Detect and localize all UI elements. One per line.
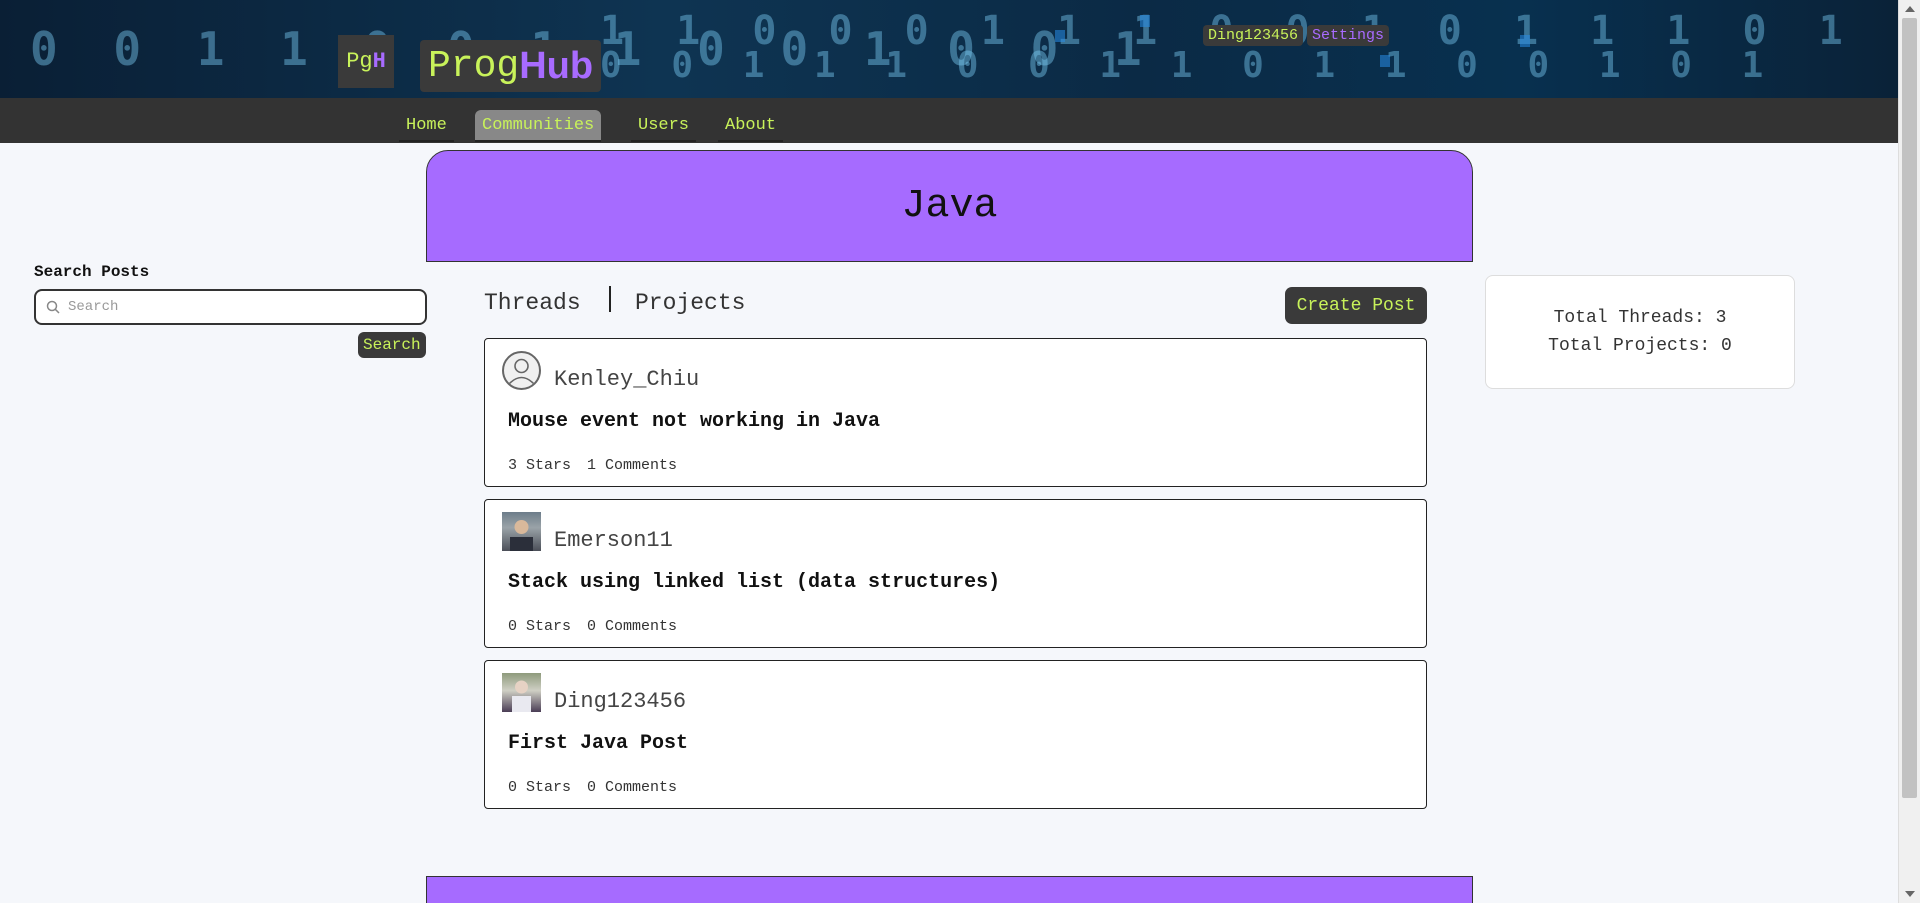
post-card[interactable]: Emerson11 Stack using linked list (data …	[484, 499, 1427, 648]
post-comments: 1 Comments	[587, 457, 678, 474]
header-banner: 0 0 1 1 0 0 1 1 0 0 1 0 0 1 1 1 0 0 0 1 …	[0, 0, 1898, 98]
tab-threads[interactable]: Threads	[484, 290, 581, 316]
post-author[interactable]: Kenley_Chiu	[554, 367, 699, 392]
nav-item-home[interactable]: Home	[399, 110, 454, 142]
glow-decoration	[1140, 15, 1150, 27]
glow-decoration	[1380, 55, 1390, 67]
post-stars: 0 Stars	[508, 779, 572, 796]
community-footer	[426, 876, 1473, 903]
brand-suffix: Hub	[519, 44, 594, 87]
vertical-scrollbar[interactable]	[1898, 0, 1920, 903]
post-comments: 0 Comments	[587, 779, 678, 796]
glow-decoration	[1055, 30, 1065, 42]
logo-text-accent: H	[372, 49, 386, 74]
post-meta: 0 Stars 0 Comments	[508, 779, 677, 796]
brand-name[interactable]: Prog Hub	[420, 40, 602, 92]
post-author[interactable]: Ding123456	[554, 689, 686, 714]
post-title[interactable]: First Java Post	[508, 732, 688, 755]
community-title: Java	[426, 150, 1473, 262]
search-label: Search Posts	[34, 263, 150, 281]
post-comments: 0 Comments	[587, 618, 678, 635]
total-projects: Total Projects: 0	[1548, 336, 1732, 356]
nav-bar: Home Communities Users About	[0, 98, 1898, 143]
post-title[interactable]: Stack using linked list (data structures…	[508, 571, 1000, 594]
search-icon	[46, 300, 60, 314]
nav-item-users[interactable]: Users	[631, 110, 697, 142]
post-card[interactable]: Kenley_Chiu Mouse event not working in J…	[484, 338, 1427, 487]
user-avatar	[502, 673, 541, 712]
scroll-thumb[interactable]	[1902, 18, 1917, 798]
user-links: Ding123456 Settings	[1203, 25, 1390, 46]
logo-text: Pg	[346, 49, 373, 74]
post-meta: 0 Stars 0 Comments	[508, 618, 677, 635]
tab-divider	[609, 286, 611, 312]
post-title[interactable]: Mouse event not working in Java	[508, 410, 880, 433]
nav-item-communities[interactable]: Communities	[475, 110, 602, 142]
user-avatar	[502, 512, 541, 551]
post-stars: 0 Stars	[508, 618, 572, 635]
tab-projects[interactable]: Projects	[635, 290, 745, 316]
default-avatar-icon	[502, 351, 541, 390]
username-link[interactable]: Ding123456	[1203, 25, 1304, 46]
logo[interactable]: Pg H	[338, 35, 394, 88]
post-meta: 3 Stars 1 Comments	[508, 457, 677, 474]
post-stars: 3 Stars	[508, 457, 572, 474]
binary-background: 0 0 1 1 1 0 0 1 1 0 1 1 0 0 1 0 1	[600, 45, 1778, 86]
search-field[interactable]	[34, 289, 427, 325]
post-author[interactable]: Emerson11	[554, 528, 673, 553]
total-threads: Total Threads: 3	[1553, 308, 1727, 328]
scroll-up-icon[interactable]	[1905, 6, 1915, 12]
search-input[interactable]	[68, 299, 425, 315]
nav-item-about[interactable]: About	[718, 110, 784, 142]
post-card[interactable]: Ding123456 First Java Post 0 Stars 0 Com…	[484, 660, 1427, 809]
community-stats: Total Threads: 3 Total Projects: 0	[1485, 275, 1795, 389]
glow-decoration	[1520, 35, 1530, 47]
brand-prefix: Prog	[428, 44, 520, 88]
search-button[interactable]: Search	[358, 332, 426, 358]
create-post-button[interactable]: Create Post	[1285, 287, 1427, 324]
settings-link[interactable]: Settings	[1307, 25, 1390, 46]
scroll-down-icon[interactable]	[1905, 891, 1915, 897]
